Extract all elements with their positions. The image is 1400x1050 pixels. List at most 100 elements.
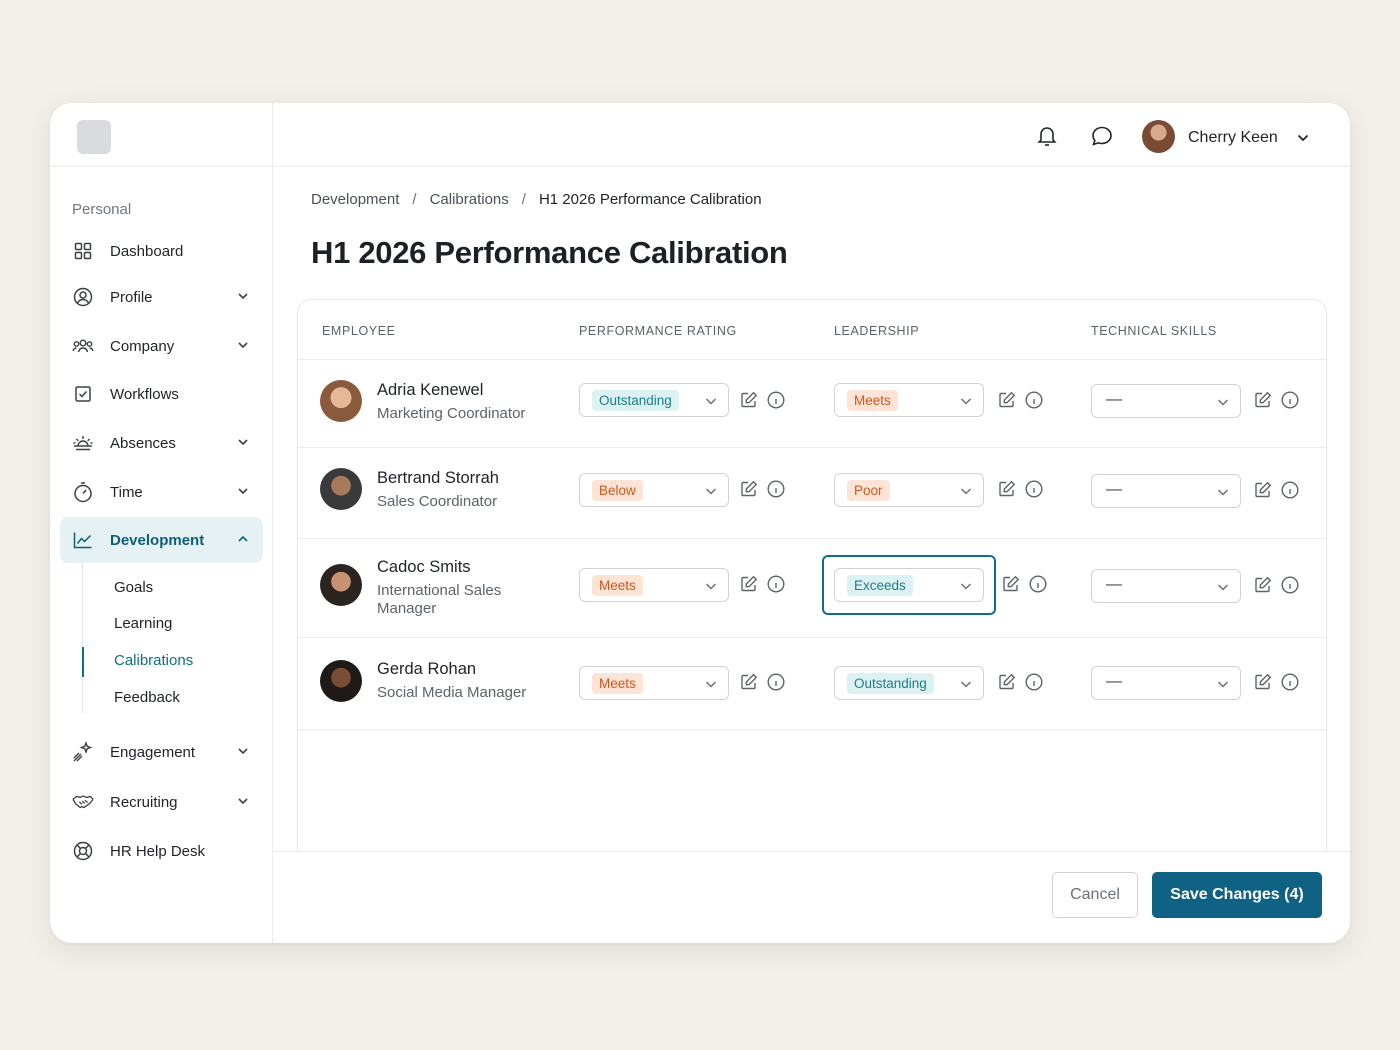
- edit-icon[interactable]: [1254, 391, 1272, 409]
- chevron-down-icon: [1217, 489, 1229, 496]
- sidebar-item-dashboard[interactable]: Dashboard: [60, 228, 263, 274]
- subnav-item-calibrations[interactable]: Calibrations: [114, 652, 193, 669]
- employee-name: Adria Kenewel: [377, 381, 484, 399]
- sidebar-item-time[interactable]: Time: [60, 469, 263, 515]
- chat-bubble-icon[interactable]: [1090, 124, 1114, 148]
- edit-icon[interactable]: [1002, 575, 1020, 593]
- avatar: [320, 468, 362, 510]
- column-header-leadership: LEADERSHIP: [834, 324, 920, 338]
- technical-skills-select[interactable]: —: [1091, 569, 1241, 603]
- sidebar-item-label: HR Help Desk: [110, 842, 206, 860]
- save-changes-button[interactable]: Save Changes (4): [1152, 872, 1322, 918]
- edit-icon[interactable]: [740, 391, 758, 409]
- chevron-down-icon: [960, 583, 972, 590]
- chevron-down-icon: [960, 681, 972, 688]
- rating-badge: Outstanding: [847, 673, 934, 694]
- employee-name: Gerda Rohan: [377, 660, 477, 678]
- sidebar-item-hr-help-desk[interactable]: HR Help Desk: [60, 828, 263, 874]
- edit-icon[interactable]: [740, 575, 758, 593]
- sparkle-icon: [72, 741, 94, 763]
- page-title: H1 2026 Performance Calibration: [311, 235, 788, 270]
- performance-rating-select[interactable]: Outstanding: [579, 383, 729, 417]
- rating-badge: Meets: [592, 673, 643, 694]
- leadership-select[interactable]: Meets: [834, 383, 984, 417]
- sidebar-item-company[interactable]: Company: [60, 323, 263, 369]
- technical-skills-select[interactable]: —: [1091, 384, 1241, 418]
- info-icon[interactable]: [767, 391, 785, 409]
- sidebar-item-label: Recruiting: [110, 793, 178, 811]
- employee-role: Marketing Coordinator: [377, 405, 526, 422]
- app-window: Personal Dashboard Profile Company Workf…: [50, 103, 1350, 943]
- edit-icon[interactable]: [740, 673, 758, 691]
- edit-icon[interactable]: [998, 391, 1016, 409]
- sidebar-item-label: Workflows: [110, 385, 179, 403]
- leadership-select[interactable]: Outstanding: [834, 666, 984, 700]
- sidebar-item-workflows[interactable]: Workflows: [60, 371, 263, 417]
- rating-badge: Below: [592, 480, 643, 501]
- info-icon[interactable]: [767, 575, 785, 593]
- subnav-item-feedback[interactable]: Feedback: [114, 689, 180, 706]
- chevron-down-icon: [1217, 681, 1229, 688]
- divider: [298, 538, 1326, 539]
- edit-icon[interactable]: [1254, 576, 1272, 594]
- info-icon[interactable]: [767, 673, 785, 691]
- info-icon[interactable]: [1025, 673, 1043, 691]
- sidebar-item-profile[interactable]: Profile: [60, 274, 263, 320]
- divider: [298, 729, 1326, 730]
- breadcrumb: Development / Calibrations / H1 2026 Per…: [311, 191, 762, 208]
- subnav-item-learning[interactable]: Learning: [114, 615, 172, 632]
- employee-role: Sales Coordinator: [377, 493, 498, 510]
- subnav-item-goals[interactable]: Goals: [114, 579, 153, 596]
- info-icon[interactable]: [767, 480, 785, 498]
- info-icon[interactable]: [1281, 673, 1299, 691]
- edit-icon[interactable]: [998, 673, 1016, 691]
- leadership-select[interactable]: Poor: [834, 473, 984, 507]
- user-circle-icon: [72, 286, 94, 308]
- chevron-down-icon[interactable]: [1295, 130, 1311, 146]
- info-icon[interactable]: [1025, 480, 1043, 498]
- chevron-down-icon: [705, 583, 717, 590]
- edit-icon[interactable]: [1254, 481, 1272, 499]
- sidebar-item-development[interactable]: Development: [60, 517, 263, 563]
- calibration-table: EMPLOYEE PERFORMANCE RATING LEADERSHIP T…: [297, 299, 1327, 919]
- cancel-button[interactable]: Cancel: [1052, 872, 1138, 918]
- technical-skills-select[interactable]: —: [1091, 666, 1241, 700]
- employee-name: Bertrand Storrah: [377, 469, 499, 487]
- user-avatar[interactable]: [1142, 120, 1175, 153]
- sidebar-item-label: Dashboard: [110, 242, 184, 260]
- rating-badge: Meets: [847, 390, 898, 411]
- performance-rating-select[interactable]: Meets: [579, 666, 729, 700]
- info-icon[interactable]: [1281, 391, 1299, 409]
- bell-icon[interactable]: [1035, 124, 1059, 148]
- chevron-down-icon: [238, 748, 248, 755]
- chevron-up-icon: [238, 535, 248, 542]
- sidebar-item-recruiting[interactable]: Recruiting: [60, 779, 263, 825]
- edit-icon[interactable]: [998, 480, 1016, 498]
- sidebar-item-absences[interactable]: Absences: [60, 420, 263, 466]
- info-icon[interactable]: [1281, 576, 1299, 594]
- edit-icon[interactable]: [740, 480, 758, 498]
- edit-icon[interactable]: [1254, 673, 1272, 691]
- info-icon[interactable]: [1029, 575, 1047, 593]
- employee-name: Cadoc Smits: [377, 558, 471, 576]
- logo[interactable]: [77, 120, 111, 154]
- sidebar-section-label: Personal: [72, 201, 132, 218]
- column-header-technical: TECHNICAL SKILLS: [1091, 324, 1217, 338]
- column-header-employee: EMPLOYEE: [322, 324, 396, 338]
- breadcrumb-development[interactable]: Development: [311, 191, 399, 208]
- performance-rating-select[interactable]: Below: [579, 473, 729, 507]
- handshake-icon: [72, 791, 94, 813]
- info-icon[interactable]: [1025, 391, 1043, 409]
- chevron-down-icon: [705, 488, 717, 495]
- sidebar-item-label: Absences: [110, 434, 176, 452]
- sidebar-item-engagement[interactable]: Engagement: [60, 729, 263, 775]
- user-name[interactable]: Cherry Keen: [1188, 129, 1278, 147]
- chevron-down-icon: [960, 488, 972, 495]
- leadership-select[interactable]: Exceeds: [834, 568, 984, 602]
- breadcrumb-calibrations[interactable]: Calibrations: [430, 191, 509, 208]
- performance-rating-select[interactable]: Meets: [579, 568, 729, 602]
- rating-badge: Meets: [592, 575, 643, 596]
- info-icon[interactable]: [1281, 481, 1299, 499]
- technical-skills-select[interactable]: —: [1091, 474, 1241, 508]
- chevron-down-icon: [1217, 584, 1229, 591]
